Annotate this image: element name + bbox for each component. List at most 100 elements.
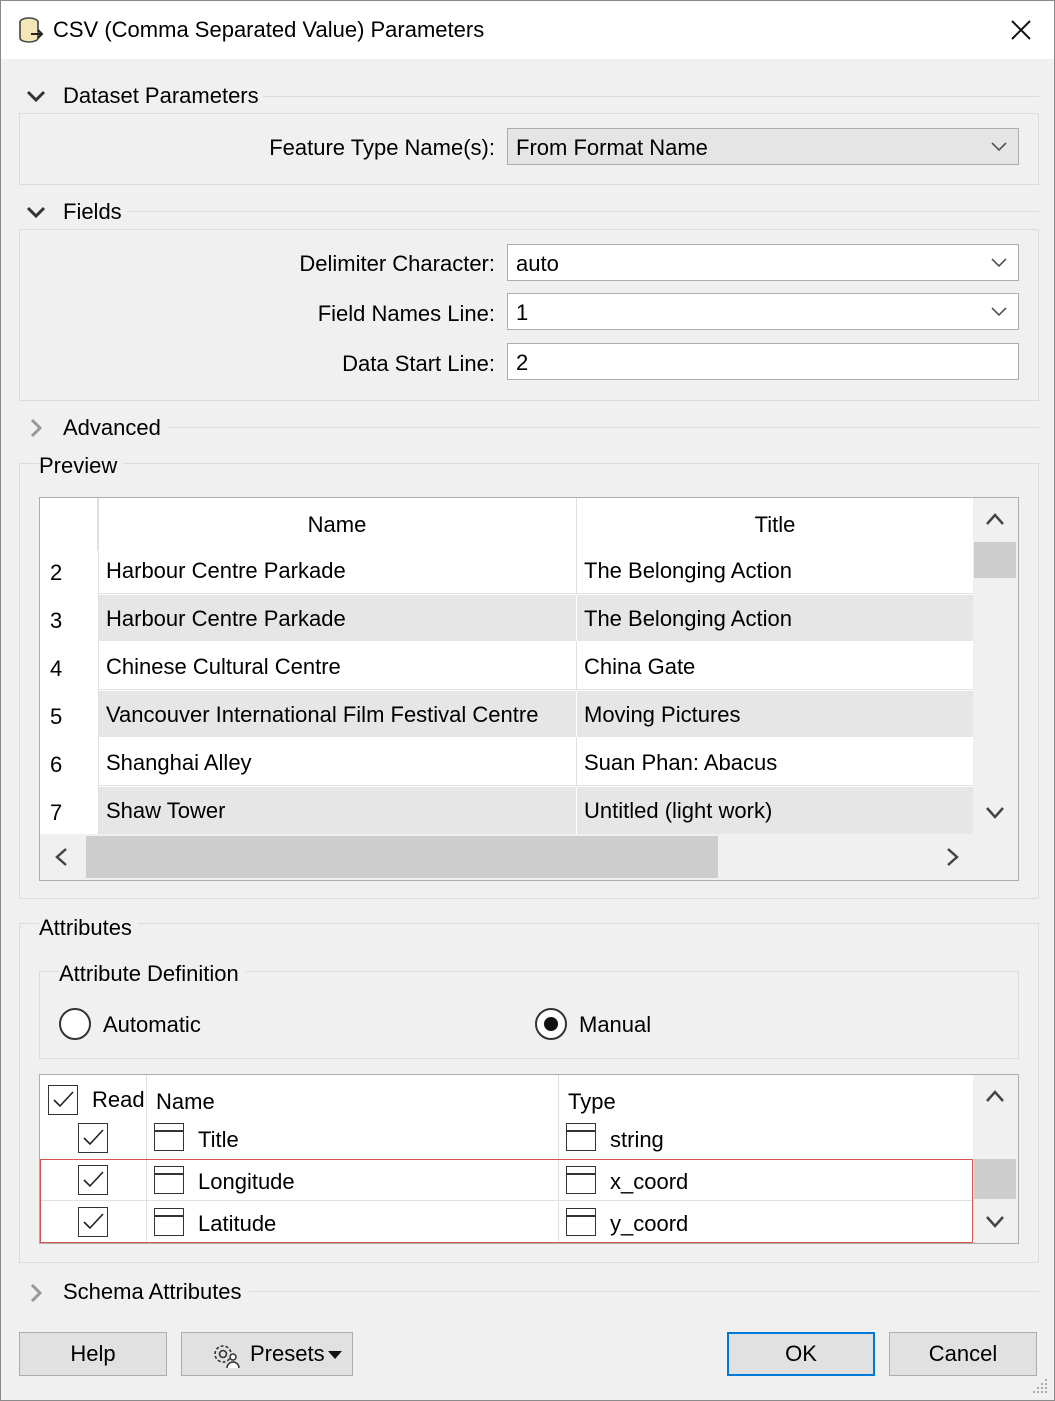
feature-type-dropdown[interactable]: From Format Name [507, 128, 1019, 165]
scroll-down-icon[interactable] [984, 1213, 1006, 1231]
scroll-left-icon[interactable] [52, 846, 72, 868]
row-number: 5 [50, 704, 63, 729]
cell-title: China Gate [584, 654, 696, 679]
attribute-definition-header: Attribute Definition [59, 961, 245, 987]
preview-table[interactable]: Name Title 2 Harbour Centre Parkade The … [39, 497, 1019, 881]
read-checkbox[interactable] [78, 1207, 108, 1237]
cell-name: Vancouver International Film Festival Ce… [106, 702, 539, 727]
table-row[interactable] [99, 787, 973, 834]
scroll-right-icon[interactable] [942, 846, 962, 868]
divider [263, 96, 1039, 97]
attributes-header: Attributes [39, 915, 138, 941]
chevron-down-icon [991, 142, 1007, 152]
checkmark-icon [53, 1091, 74, 1108]
column-header-type[interactable]: Type [568, 1089, 616, 1115]
attribute-type[interactable]: x_coord [610, 1169, 688, 1195]
column-header-name[interactable]: Name [156, 1089, 215, 1115]
row-number-header [40, 498, 98, 550]
row-number: 3 [50, 608, 63, 633]
dataset-parameters-header[interactable]: Dataset Parameters [63, 83, 259, 109]
chevron-down-icon[interactable] [25, 85, 47, 107]
delimiter-value: auto [516, 251, 559, 276]
cell-title: Moving Pictures [584, 702, 741, 727]
cell-title: The Belonging Action [584, 558, 792, 583]
cell-name: Harbour Centre Parkade [106, 606, 346, 631]
cell-name: Chinese Cultural Centre [106, 654, 341, 679]
advanced-header[interactable]: Advanced [63, 415, 161, 441]
cell-title: The Belonging Action [584, 606, 792, 631]
ok-button[interactable]: OK [727, 1332, 875, 1376]
presets-label: Presets [250, 1341, 325, 1366]
scroll-up-icon[interactable] [984, 1087, 1006, 1105]
radio-selected-dot [544, 1017, 558, 1031]
select-all-checkbox[interactable] [48, 1085, 78, 1115]
attribute-type[interactable]: y_coord [610, 1211, 688, 1237]
scroll-down-icon[interactable] [984, 804, 1006, 822]
close-icon[interactable] [1006, 15, 1036, 45]
database-icon [19, 17, 44, 43]
manual-label[interactable]: Manual [579, 1012, 651, 1038]
delimiter-dropdown[interactable]: auto [507, 244, 1019, 281]
attribute-name[interactable]: Longitude [198, 1169, 295, 1195]
data-start-line-label: Data Start Line: [342, 351, 495, 376]
gear-user-icon [214, 1345, 240, 1369]
caret-down-icon [328, 1351, 342, 1359]
scroll-thumb[interactable] [974, 542, 1016, 578]
chevron-down-icon [991, 258, 1007, 268]
help-button[interactable]: Help [19, 1332, 167, 1376]
row-number: 2 [50, 560, 63, 585]
horizontal-scroll-thumb[interactable] [86, 836, 718, 878]
presets-button[interactable]: Presets [181, 1332, 353, 1376]
cell-name: Shaw Tower [106, 798, 226, 823]
cell-name: Harbour Centre Parkade [106, 558, 346, 583]
scroll-thumb[interactable] [974, 1159, 1016, 1199]
cell-title: Untitled (light work) [584, 798, 773, 823]
data-start-line-value: 2 [516, 350, 529, 375]
window-title: CSV (Comma Separated Value) Parameters [53, 17, 485, 42]
checkmark-icon [83, 1171, 104, 1188]
column-header-read[interactable]: Read [92, 1087, 145, 1113]
attribute-name-icon [154, 1208, 184, 1236]
attribute-type-icon [566, 1208, 596, 1236]
attribute-name[interactable]: Latitude [198, 1211, 276, 1237]
attribute-type-icon [566, 1123, 596, 1151]
fields-header[interactable]: Fields [63, 199, 122, 225]
cell-name: Shanghai Alley [106, 750, 252, 775]
chevron-down-icon [991, 307, 1007, 317]
schema-attributes-header[interactable]: Schema Attributes [63, 1279, 242, 1305]
chevron-down-icon[interactable] [25, 201, 47, 223]
row-number: 7 [50, 800, 63, 825]
cancel-button[interactable]: Cancel [889, 1332, 1037, 1376]
cell-title: Suan Phan: Abacus [584, 750, 778, 775]
resize-grip-icon[interactable] [1031, 1377, 1049, 1395]
column-header-title[interactable]: Title [577, 512, 973, 538]
automatic-radio[interactable] [59, 1008, 91, 1040]
attribute-name[interactable]: Title [198, 1127, 239, 1153]
column-divider [576, 787, 577, 834]
attribute-name-icon [154, 1166, 184, 1194]
divider [127, 211, 1039, 212]
checkmark-icon [83, 1213, 104, 1230]
checkmark-icon [83, 1129, 104, 1146]
row-number: 6 [50, 752, 63, 777]
attribute-type-icon [566, 1166, 596, 1194]
delimiter-label: Delimiter Character: [299, 251, 495, 276]
attribute-name-icon [154, 1123, 184, 1151]
field-names-line-value: 1 [516, 300, 529, 325]
automatic-label[interactable]: Automatic [103, 1012, 201, 1038]
chevron-right-icon[interactable] [25, 1282, 47, 1304]
preview-header: Preview [39, 453, 124, 479]
scroll-up-icon[interactable] [984, 510, 1006, 528]
manual-radio[interactable] [535, 1008, 567, 1040]
chevron-right-icon[interactable] [25, 417, 47, 439]
read-checkbox[interactable] [78, 1165, 108, 1195]
column-header-name[interactable]: Name [98, 512, 576, 538]
read-checkbox[interactable] [78, 1123, 108, 1153]
data-start-line-input[interactable]: 2 [507, 343, 1019, 380]
divider [249, 1291, 1039, 1292]
attribute-type[interactable]: string [610, 1127, 664, 1153]
field-names-line-dropdown[interactable]: 1 [507, 293, 1019, 330]
field-names-line-label: Field Names Line: [317, 301, 495, 326]
feature-type-value: From Format Name [516, 135, 708, 160]
attributes-table[interactable]: Read Name Type Title string Longitude x_… [39, 1074, 1019, 1244]
